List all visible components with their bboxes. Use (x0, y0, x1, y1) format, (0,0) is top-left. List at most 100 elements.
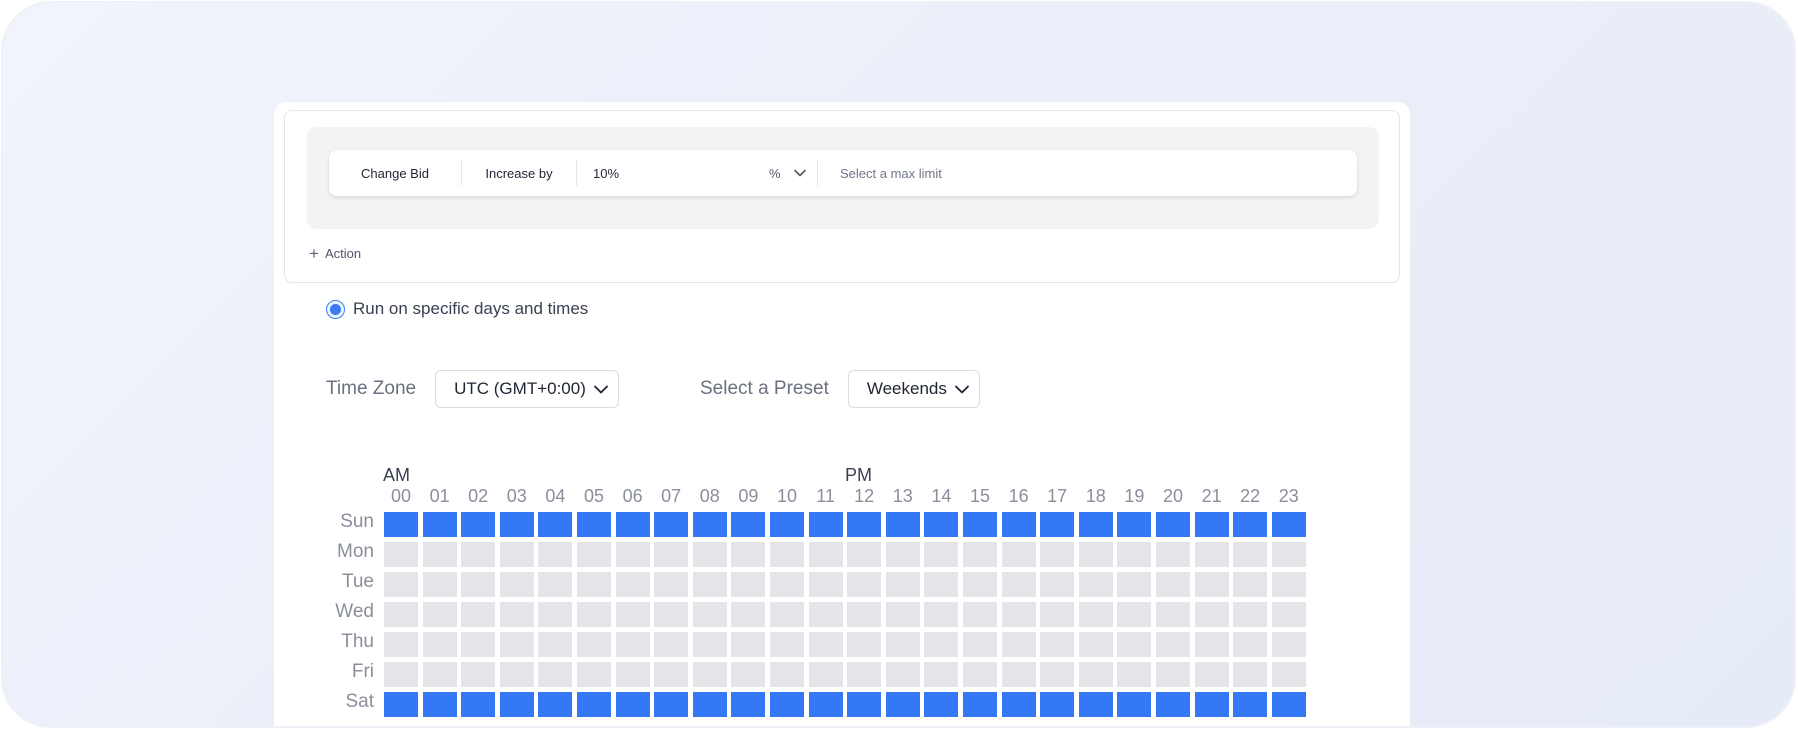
schedule-cell[interactable] (1233, 602, 1268, 627)
schedule-cell[interactable] (1078, 542, 1113, 567)
schedule-cell[interactable] (1233, 692, 1268, 717)
schedule-cell[interactable] (1156, 512, 1190, 537)
schedule-cell[interactable] (1194, 512, 1229, 537)
schedule-cell[interactable] (963, 512, 997, 537)
schedule-cell[interactable] (422, 542, 457, 567)
amount-input[interactable]: 10% % (577, 150, 817, 196)
schedule-cell[interactable] (770, 572, 804, 597)
schedule-cell[interactable] (885, 602, 920, 627)
schedule-cell[interactable] (422, 692, 457, 717)
schedule-cell[interactable] (963, 572, 997, 597)
schedule-cell[interactable] (654, 572, 689, 597)
schedule-cell[interactable] (692, 542, 727, 567)
schedule-cell[interactable] (499, 602, 534, 627)
schedule-cell[interactable] (538, 572, 573, 597)
schedule-cell[interactable] (1194, 692, 1229, 717)
action-type-select[interactable]: Change Bid (329, 150, 461, 196)
schedule-cell[interactable] (847, 632, 882, 657)
schedule-cell[interactable] (1117, 602, 1152, 627)
schedule-cell[interactable] (654, 632, 689, 657)
schedule-cell[interactable] (1194, 572, 1229, 597)
schedule-cell[interactable] (538, 602, 573, 627)
schedule-cell[interactable] (885, 572, 920, 597)
schedule-cell[interactable] (731, 692, 766, 717)
schedule-cell[interactable] (654, 602, 689, 627)
schedule-cell[interactable] (422, 662, 457, 687)
schedule-cell[interactable] (422, 632, 457, 657)
schedule-cell[interactable] (1156, 572, 1190, 597)
schedule-cell[interactable] (731, 572, 766, 597)
schedule-cell[interactable] (1040, 512, 1075, 537)
schedule-cell[interactable] (847, 662, 882, 687)
schedule-cell[interactable] (963, 632, 997, 657)
schedule-cell[interactable] (1040, 662, 1075, 687)
schedule-cell[interactable] (499, 662, 534, 687)
schedule-cell[interactable] (1271, 632, 1306, 657)
schedule-cell[interactable] (847, 692, 882, 717)
schedule-cell[interactable] (1156, 692, 1190, 717)
schedule-cell[interactable] (770, 662, 804, 687)
schedule-cell[interactable] (1040, 692, 1075, 717)
schedule-cell[interactable] (654, 542, 689, 567)
schedule-cell[interactable] (1078, 692, 1113, 717)
schedule-cell[interactable] (577, 632, 611, 657)
schedule-cell[interactable] (1194, 662, 1229, 687)
schedule-cell[interactable] (963, 692, 997, 717)
schedule-cell[interactable] (615, 692, 650, 717)
unit-select[interactable]: % (769, 166, 781, 181)
schedule-cell[interactable] (499, 542, 534, 567)
schedule-cell[interactable] (692, 662, 727, 687)
schedule-cell[interactable] (885, 662, 920, 687)
schedule-cell[interactable] (422, 602, 457, 627)
schedule-cell[interactable] (461, 512, 496, 537)
schedule-cell[interactable] (1001, 662, 1036, 687)
schedule-cell[interactable] (1233, 662, 1268, 687)
schedule-cell[interactable] (885, 692, 920, 717)
schedule-cell[interactable] (1156, 602, 1190, 627)
schedule-cell[interactable] (499, 572, 534, 597)
schedule-cell[interactable] (577, 572, 611, 597)
schedule-cell[interactable] (384, 542, 418, 567)
schedule-cell[interactable] (461, 662, 496, 687)
schedule-cell[interactable] (1078, 572, 1113, 597)
schedule-cell[interactable] (461, 542, 496, 567)
direction-select[interactable]: Increase by (462, 150, 576, 196)
schedule-cell[interactable] (885, 632, 920, 657)
schedule-cell[interactable] (924, 632, 959, 657)
schedule-cell[interactable] (1233, 572, 1268, 597)
schedule-cell[interactable] (847, 512, 882, 537)
schedule-cell[interactable] (538, 542, 573, 567)
schedule-cell[interactable] (538, 692, 573, 717)
schedule-cell[interactable] (924, 602, 959, 627)
schedule-cell[interactable] (1194, 602, 1229, 627)
schedule-cell[interactable] (384, 662, 418, 687)
schedule-cell[interactable] (731, 542, 766, 567)
schedule-cell[interactable] (1117, 572, 1152, 597)
schedule-cell[interactable] (692, 572, 727, 597)
add-action-button[interactable]: + Action (309, 245, 361, 262)
schedule-cell[interactable] (808, 602, 843, 627)
schedule-cell[interactable] (577, 512, 611, 537)
schedule-cell[interactable] (1040, 602, 1075, 627)
schedule-cell[interactable] (461, 692, 496, 717)
schedule-cell[interactable] (924, 662, 959, 687)
schedule-cell[interactable] (538, 662, 573, 687)
schedule-cell[interactable] (384, 512, 418, 537)
schedule-cell[interactable] (924, 542, 959, 567)
schedule-cell[interactable] (1001, 632, 1036, 657)
schedule-cell[interactable] (770, 632, 804, 657)
schedule-cell[interactable] (1117, 542, 1152, 567)
schedule-cell[interactable] (924, 692, 959, 717)
schedule-cell[interactable] (1078, 662, 1113, 687)
schedule-cell[interactable] (615, 572, 650, 597)
radio-button[interactable] (326, 299, 345, 319)
schedule-cell[interactable] (654, 662, 689, 687)
schedule-cell[interactable] (731, 632, 766, 657)
schedule-cell[interactable] (1001, 542, 1036, 567)
schedule-cell[interactable] (615, 602, 650, 627)
schedule-cell[interactable] (1117, 632, 1152, 657)
schedule-cell[interactable] (885, 542, 920, 567)
schedule-cell[interactable] (847, 602, 882, 627)
schedule-cell[interactable] (885, 512, 920, 537)
schedule-cell[interactable] (731, 512, 766, 537)
